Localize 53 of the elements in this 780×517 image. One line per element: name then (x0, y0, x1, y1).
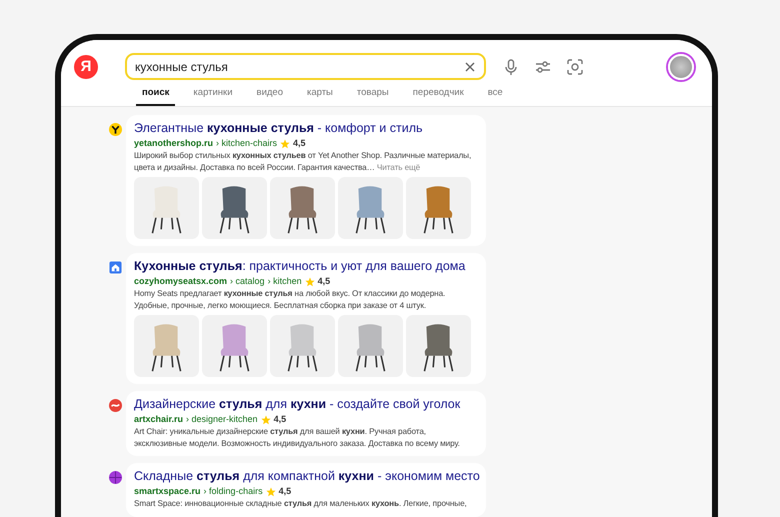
tab[interactable]: картинки (187, 86, 239, 106)
chair-photo[interactable] (134, 315, 199, 377)
read-more-link[interactable]: Читать ещё (376, 162, 420, 172)
chair-photo[interactable] (338, 315, 403, 377)
snippet-text: Широкий выбор стильных кухонных стульев от Yet Another Shop. Различные материалы, цвета и дизайны. Доставка по всей России. Гарантия качества… Читать ещё (134, 150, 472, 173)
snippet-text: Homy Seats предлагает кухонные стулья на любой вкус. От классики до модерна. Удобные, прочные, легко моющиеся. Бесплатная сборка при заказе от 4 штук. (134, 288, 446, 311)
chair-photo[interactable] (202, 315, 267, 377)
site-favicon-icon (109, 399, 122, 412)
rating: 4,5 (293, 137, 306, 150)
site-favicon-icon (109, 261, 122, 274)
star-icon (266, 486, 276, 496)
tab[interactable]: товары (350, 86, 395, 106)
star-icon (304, 276, 315, 286)
logo[interactable]: Я (74, 54, 98, 78)
star-icon (280, 138, 290, 148)
result-title-link[interactable]: Дизайнерские стулья для кухни - создайте свой уголок (134, 396, 460, 413)
result-title-link[interactable]: Элегантные кухонные стулья - комфорт и стиль (134, 120, 423, 137)
breadcrumb-link[interactable]: › kitchen (268, 275, 302, 288)
search-bar[interactable]: кухонные стулья (125, 53, 486, 80)
rating: 4,5 (274, 413, 286, 426)
rating: 4,5 (318, 275, 330, 288)
site-link[interactable]: smartxspace.ru (134, 485, 201, 498)
rating: 4,5 (278, 485, 292, 498)
site-link[interactable]: artxchair.ru (134, 413, 184, 426)
breadcrumb-link[interactable]: › folding-chairs (204, 485, 263, 498)
snippet-text: Art Chair: уникальные дизайнерские стулья для вашей кухни. Ручная работа, эксклюзивные модели. Возможность индивидуального заказа. Доставка по всему миру. (134, 426, 461, 449)
tab[interactable]: поиск (136, 86, 176, 106)
result-title-link[interactable]: Складные стулья для компактной кухни - экономим место (134, 468, 480, 485)
site-favicon-icon (109, 123, 122, 136)
breadcrumb-link[interactable]: › catalog (230, 275, 265, 288)
chair-photo[interactable] (134, 177, 199, 239)
avatar[interactable] (668, 54, 694, 80)
tab[interactable]: карты (300, 86, 339, 106)
chair-photo[interactable] (202, 177, 267, 239)
snippet-text: Smart Space: инновационные складные стулья для маленьких кухонь. Легкие, прочные, (134, 498, 468, 510)
chair-photo[interactable] (406, 315, 471, 377)
chair-photo[interactable] (270, 177, 335, 239)
camera-icon[interactable] (566, 58, 584, 76)
chair-photo[interactable] (338, 177, 403, 239)
close-icon[interactable] (464, 60, 476, 72)
chair-photo[interactable] (270, 315, 335, 377)
site-link[interactable]: cozyhomyseatsx.com (134, 275, 228, 288)
tab[interactable]: видео (250, 86, 289, 106)
star-icon (260, 414, 271, 424)
site-link[interactable]: yetanothershop.ru (134, 137, 214, 150)
site-favicon-icon (109, 471, 122, 484)
result-title-link[interactable]: Кухонные стулья: практичность и уют для вашего дома (134, 258, 466, 275)
breadcrumb-link[interactable]: › designer-kitchen (186, 413, 258, 426)
tab[interactable]: переводчик (406, 86, 470, 106)
chair-photo[interactable] (406, 177, 471, 239)
search-input[interactable]: кухонные стулья (135, 60, 464, 74)
breadcrumb-link[interactable]: › kitchen-chairs (216, 137, 278, 150)
tab[interactable]: все (482, 86, 509, 106)
